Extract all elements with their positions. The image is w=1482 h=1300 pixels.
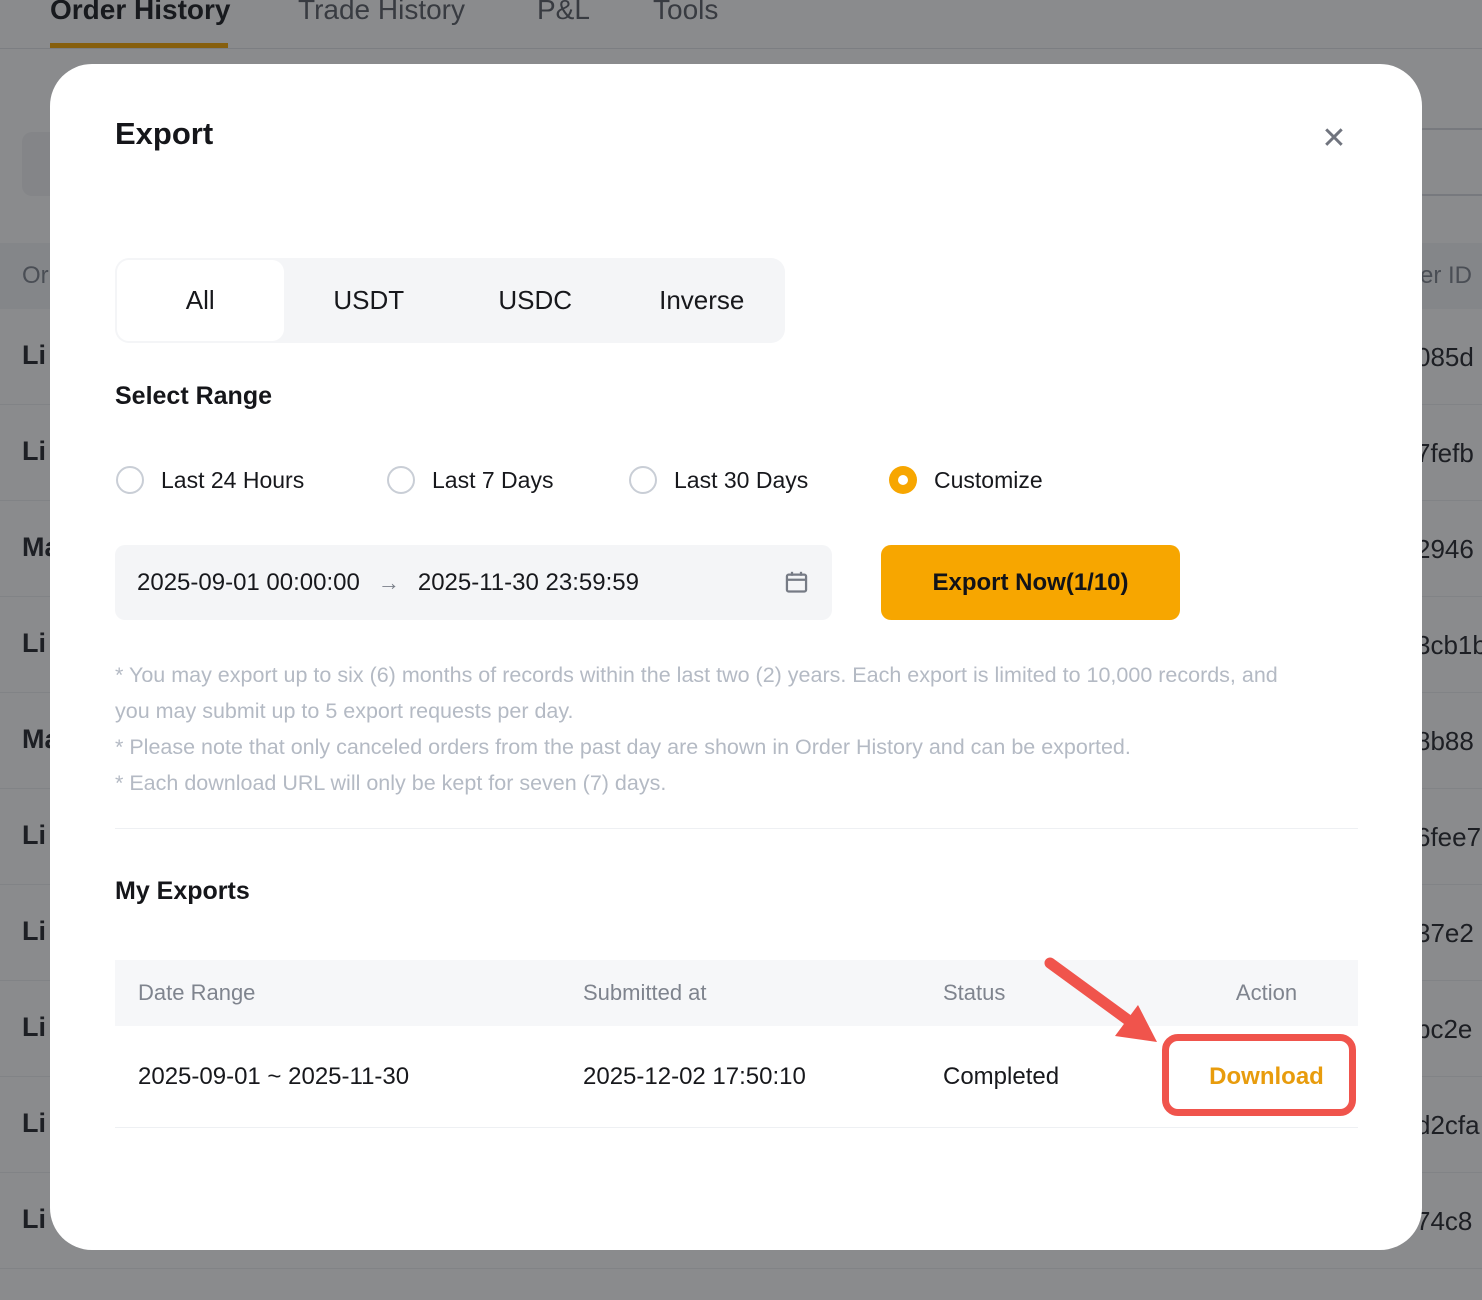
modal-title: Export xyxy=(115,116,213,152)
range-options: Last 24 Hours Last 7 Days Last 30 Days C… xyxy=(50,466,1422,498)
export-status: Completed xyxy=(920,1026,1175,1127)
section-divider xyxy=(115,828,1358,829)
select-range-heading: Select Range xyxy=(115,382,272,411)
radio-last-24-hours[interactable]: Last 24 Hours xyxy=(116,466,304,494)
note-line: * You may export up to six (6) months of… xyxy=(115,657,1300,729)
export-record-row: 2025-09-01 ~ 2025-11-30 2025-12-02 17:50… xyxy=(115,1026,1358,1128)
tab-inverse[interactable]: Inverse xyxy=(619,258,786,343)
tab-usdc[interactable]: USDC xyxy=(452,258,619,343)
radio-last-30-days[interactable]: Last 30 Days xyxy=(629,466,808,494)
tab-usdt[interactable]: USDT xyxy=(286,258,453,343)
col-status: Status xyxy=(920,960,1175,1026)
col-date-range: Date Range xyxy=(115,960,560,1026)
radio-circle-icon xyxy=(629,466,657,494)
export-now-button[interactable]: Export Now(1/10) xyxy=(881,545,1180,620)
my-exports-heading: My Exports xyxy=(115,877,250,906)
radio-last-7-days[interactable]: Last 7 Days xyxy=(387,466,553,494)
exports-table-header: Date Range Submitted at Status Action xyxy=(115,960,1358,1026)
end-date-value: 2025-11-30 23:59:59 xyxy=(418,569,639,597)
date-range-input[interactable]: 2025-09-01 00:00:00 → 2025-11-30 23:59:5… xyxy=(115,545,832,620)
export-date-range: 2025-09-01 ~ 2025-11-30 xyxy=(115,1026,560,1127)
export-submitted-at: 2025-12-02 17:50:10 xyxy=(560,1026,920,1127)
radio-circle-icon xyxy=(116,466,144,494)
market-type-tabs: All USDT USDC Inverse xyxy=(115,258,785,343)
col-submitted-at: Submitted at xyxy=(560,960,920,1026)
radio-customize[interactable]: Customize xyxy=(889,466,1043,494)
radio-circle-icon xyxy=(889,466,917,494)
calendar-icon[interactable] xyxy=(783,569,810,596)
screen: Order History Trade History P&L Tools Or… xyxy=(0,0,1482,1300)
note-line: * Each download URL will only be kept fo… xyxy=(115,765,1300,801)
download-link[interactable]: Download xyxy=(1209,1063,1324,1091)
radio-circle-icon xyxy=(387,466,415,494)
export-notes: * You may export up to six (6) months of… xyxy=(115,657,1300,801)
note-line: * Please note that only canceled orders … xyxy=(115,729,1300,765)
export-modal: Export ✕ All USDT USDC Inverse Select Ra… xyxy=(50,64,1422,1250)
col-action: Action xyxy=(1175,960,1358,1026)
tab-all[interactable]: All xyxy=(117,260,284,341)
arrow-right-icon: → xyxy=(378,570,400,596)
close-icon[interactable]: ✕ xyxy=(1312,116,1356,160)
my-exports-table: Date Range Submitted at Status Action 20… xyxy=(115,960,1358,1128)
start-date-value: 2025-09-01 00:00:00 xyxy=(137,569,360,597)
